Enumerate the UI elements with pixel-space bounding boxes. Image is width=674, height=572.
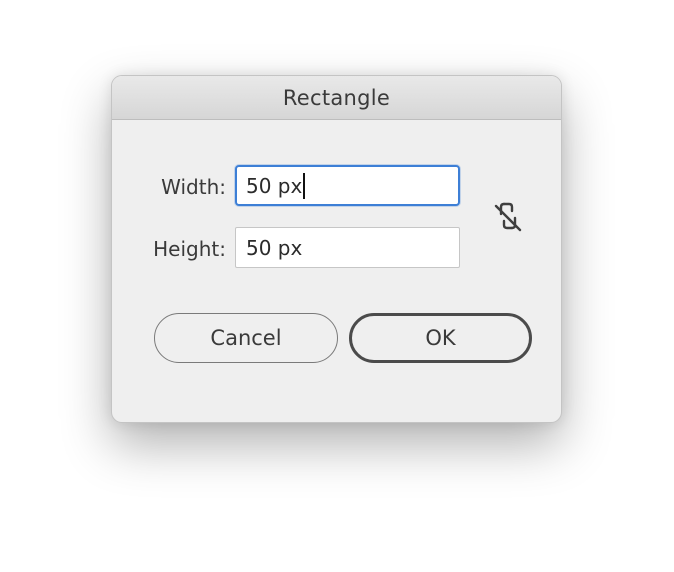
width-input[interactable]: 50 px bbox=[235, 165, 460, 206]
text-caret bbox=[303, 172, 305, 199]
width-input-value: 50 px bbox=[246, 173, 303, 198]
unlinked-chain-icon[interactable] bbox=[491, 198, 525, 234]
dialog-titlebar: Rectangle bbox=[112, 76, 561, 120]
height-label: Height: bbox=[153, 237, 226, 261]
screen: Rectangle Width: 50 px Height: 50 px Can… bbox=[0, 0, 674, 572]
height-input[interactable]: 50 px bbox=[235, 227, 460, 268]
rectangle-dialog: Rectangle Width: 50 px Height: 50 px Can… bbox=[111, 75, 562, 423]
width-label: Width: bbox=[161, 175, 226, 199]
cancel-button[interactable]: Cancel bbox=[154, 313, 338, 363]
ok-button[interactable]: OK bbox=[349, 313, 532, 363]
dialog-title: Rectangle bbox=[282, 85, 391, 110]
height-input-value: 50 px bbox=[246, 235, 303, 260]
